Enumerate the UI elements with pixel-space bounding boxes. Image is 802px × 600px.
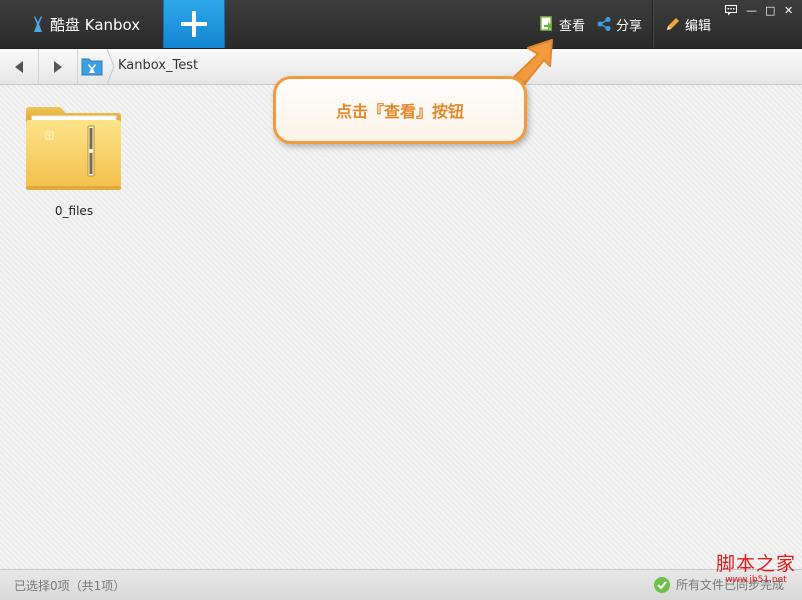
maximize-icon: □ <box>765 4 776 17</box>
app-title-text: 酷盘 Kanbox <box>50 15 141 34</box>
selection-status: 已选择0项（共1项） <box>14 579 126 593</box>
status-bar: 已选择0项（共1项） 所有文件已同步完成 <box>0 569 802 600</box>
maximize-button[interactable]: □ <box>765 5 775 17</box>
watermark-url: www.jb51.net <box>725 575 787 585</box>
minimize-button[interactable]: — <box>746 5 757 17</box>
share-label: 分享 <box>616 18 643 34</box>
kanbox-logo-icon <box>34 16 42 32</box>
app-title: 酷盘 Kanbox <box>30 12 140 36</box>
toolbar-divider <box>652 0 653 48</box>
chat-icon <box>725 5 737 16</box>
edit-button[interactable]: 编辑 <box>665 14 711 34</box>
watermark-main: 脚本之家 <box>715 553 796 575</box>
check-icon <box>654 576 670 593</box>
close-icon: ✕ <box>784 4 794 17</box>
breadcrumb-separator <box>107 49 115 84</box>
watermark: 脚本之家 www.jb51.net <box>712 553 800 593</box>
breadcrumb-current[interactable]: Kanbox_Test <box>118 58 198 73</box>
forward-arrow-icon <box>54 60 62 73</box>
callout-text: 点击『查看』按钮 <box>335 102 464 121</box>
folder-item[interactable]: 0_files <box>22 104 126 226</box>
instruction-callout: 点击『查看』按钮 <box>273 76 527 144</box>
pencil-icon <box>667 18 679 30</box>
forward-button[interactable] <box>39 49 78 84</box>
top-toolbar: 酷盘 Kanbox 查看 分享 编辑 — □ ✕ <box>0 0 802 49</box>
edit-label: 编辑 <box>685 18 712 34</box>
folder-name: 0_files <box>54 204 94 218</box>
feedback-button[interactable] <box>725 5 737 19</box>
back-button[interactable] <box>0 49 39 84</box>
minimize-icon: — <box>746 4 757 17</box>
file-browser-area: 0_files <box>0 85 802 569</box>
close-button[interactable]: ✕ <box>784 5 793 17</box>
share-icon <box>597 17 611 31</box>
back-arrow-icon <box>15 60 23 73</box>
folder-icon <box>26 107 121 190</box>
share-button[interactable]: 分享 <box>596 14 642 34</box>
add-button[interactable] <box>163 0 225 48</box>
home-folder-icon[interactable] <box>81 56 103 76</box>
